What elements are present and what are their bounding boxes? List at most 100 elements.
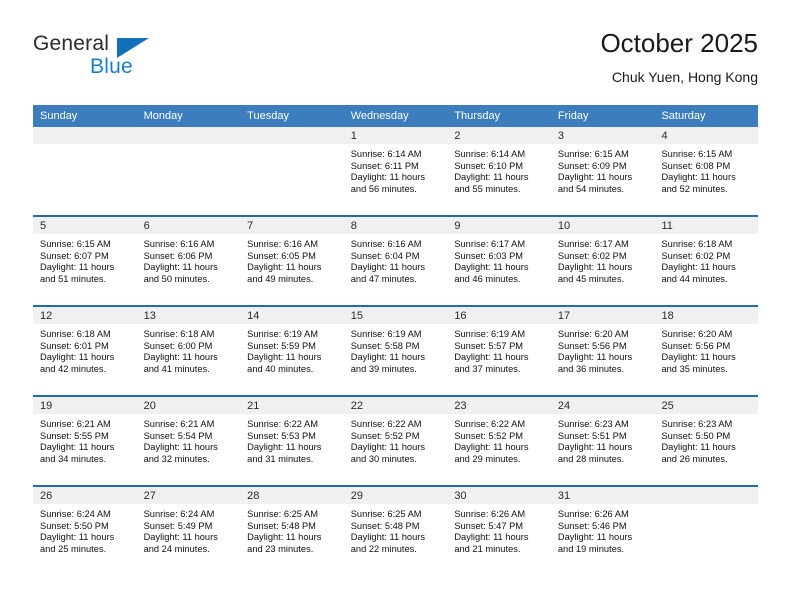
daylight-text-line2: and 39 minutes.: [350, 363, 417, 374]
sunset-text: Sunset: 5:52 PM: [454, 430, 524, 441]
day-number: 11: [654, 217, 759, 234]
daylight-text-line1: Daylight: 11 hours: [557, 532, 633, 543]
sunset-text: Sunset: 5:50 PM: [661, 430, 731, 441]
daylight-text-line1: Daylight: 11 hours: [350, 442, 425, 453]
day-number: 26: [33, 487, 137, 504]
day-cell[interactable]: 17 Sunrise: 6:20 AM Sunset: 5:56 PM Dayl…: [550, 307, 655, 395]
day-cell[interactable]: 31 Sunrise: 6:26 AM Sunset: 5:46 PM Dayl…: [550, 487, 655, 575]
day-cell[interactable]: 10 Sunrise: 6:17 AM Sunset: 6:02 PM Dayl…: [550, 217, 655, 305]
day-number: 20: [136, 397, 241, 414]
sunset-text: Sunset: 6:08 PM: [661, 160, 731, 171]
day-details: Sunrise: 6:20 AM Sunset: 5:56 PM Dayligh…: [654, 324, 758, 375]
daylight-text-line2: and 45 minutes.: [557, 273, 625, 284]
weekday-sunday: Sunday: [40, 110, 78, 122]
day-cell[interactable]: 8 Sunrise: 6:16 AM Sunset: 6:04 PM Dayli…: [343, 217, 448, 305]
day-number: 13: [136, 307, 241, 324]
day-cell[interactable]: 27 Sunrise: 6:24 AM Sunset: 5:49 PM Dayl…: [136, 487, 241, 575]
week-row: 26 Sunrise: 6:24 AM Sunset: 5:50 PM Dayl…: [33, 485, 759, 575]
daylight-text-line2: and 49 minutes.: [247, 273, 314, 284]
sunset-text: Sunset: 6:05 PM: [247, 250, 316, 261]
day-cell[interactable]: 5 Sunrise: 6:15 AM Sunset: 6:07 PM Dayli…: [33, 217, 137, 305]
day-details: [240, 144, 344, 149]
day-number: 24: [550, 397, 655, 414]
sunrise-text: Sunrise: 6:24 AM: [40, 509, 111, 519]
day-details: Sunrise: 6:23 AM Sunset: 5:51 PM Dayligh…: [551, 414, 655, 465]
sunset-text: Sunset: 6:03 PM: [454, 250, 524, 261]
sunrise-text: Sunrise: 6:18 AM: [661, 239, 733, 249]
sunset-text: Sunset: 5:56 PM: [557, 340, 627, 351]
day-cell[interactable]: 28 Sunrise: 6:25 AM Sunset: 5:48 PM Dayl…: [240, 487, 344, 575]
day-cell[interactable]: 19 Sunrise: 6:21 AM Sunset: 5:55 PM Dayl…: [33, 397, 137, 485]
day-cell[interactable]: 18 Sunrise: 6:20 AM Sunset: 5:56 PM Dayl…: [654, 307, 759, 395]
daylight-text-line2: and 35 minutes.: [661, 363, 728, 374]
day-details: Sunrise: 6:22 AM Sunset: 5:52 PM Dayligh…: [447, 414, 551, 465]
day-cell[interactable]: [33, 127, 137, 215]
sunrise-text: Sunrise: 6:16 AM: [350, 239, 422, 249]
day-details: Sunrise: 6:18 AM Sunset: 6:00 PM Dayligh…: [137, 324, 241, 375]
weekday-monday: Monday: [143, 110, 183, 122]
day-number: 31: [550, 487, 655, 504]
day-cell[interactable]: 2 Sunrise: 6:14 AM Sunset: 6:10 PM Dayli…: [447, 127, 551, 215]
day-cell[interactable]: 24 Sunrise: 6:23 AM Sunset: 5:51 PM Dayl…: [550, 397, 655, 485]
day-details: Sunrise: 6:23 AM Sunset: 5:50 PM Dayligh…: [654, 414, 758, 465]
day-cell[interactable]: 1 Sunrise: 6:14 AM Sunset: 6:11 PM Dayli…: [343, 127, 448, 215]
day-number: [33, 127, 137, 144]
day-cell[interactable]: 26 Sunrise: 6:24 AM Sunset: 5:50 PM Dayl…: [33, 487, 137, 575]
day-number: 14: [240, 307, 344, 324]
daylight-text-line1: Daylight: 11 hours: [143, 442, 218, 453]
day-cell[interactable]: [240, 127, 344, 215]
day-number: 25: [654, 397, 759, 414]
calendar-page: General Blue October 2025 Chuk Yuen, Hon…: [0, 0, 792, 612]
sunrise-text: Sunrise: 6:23 AM: [557, 419, 629, 429]
day-cell[interactable]: 20 Sunrise: 6:21 AM Sunset: 5:54 PM Dayl…: [136, 397, 241, 485]
day-cell[interactable]: 23 Sunrise: 6:22 AM Sunset: 5:52 PM Dayl…: [447, 397, 551, 485]
page-header: General Blue October 2025 Chuk Yuen, Hon…: [33, 28, 758, 96]
weekday-header-row: Sunday Monday Tuesday Wednesday Thursday…: [33, 105, 758, 127]
day-cell[interactable]: 14 Sunrise: 6:19 AM Sunset: 5:59 PM Dayl…: [240, 307, 344, 395]
daylight-text-line2: and 42 minutes.: [40, 363, 107, 374]
day-cell[interactable]: 21 Sunrise: 6:22 AM Sunset: 5:53 PM Dayl…: [240, 397, 344, 485]
day-cell[interactable]: 11 Sunrise: 6:18 AM Sunset: 6:02 PM Dayl…: [654, 217, 759, 305]
daylight-text-line1: Daylight: 11 hours: [350, 532, 425, 543]
daylight-text-line1: Daylight: 11 hours: [143, 532, 218, 543]
daylight-text-line1: Daylight: 11 hours: [661, 262, 736, 273]
day-cell[interactable]: 25 Sunrise: 6:23 AM Sunset: 5:50 PM Dayl…: [654, 397, 759, 485]
day-cell[interactable]: 9 Sunrise: 6:17 AM Sunset: 6:03 PM Dayli…: [447, 217, 551, 305]
day-cell[interactable]: 13 Sunrise: 6:18 AM Sunset: 6:00 PM Dayl…: [136, 307, 241, 395]
sunrise-text: Sunrise: 6:15 AM: [557, 149, 629, 159]
general-blue-logo[interactable]: General Blue: [33, 32, 173, 84]
day-details: Sunrise: 6:18 AM Sunset: 6:01 PM Dayligh…: [33, 324, 137, 375]
day-details: Sunrise: 6:26 AM Sunset: 5:46 PM Dayligh…: [551, 504, 655, 555]
sunrise-text: Sunrise: 6:19 AM: [454, 329, 526, 339]
daylight-text-line2: and 29 minutes.: [454, 453, 521, 464]
day-cell[interactable]: 12 Sunrise: 6:18 AM Sunset: 6:01 PM Dayl…: [33, 307, 137, 395]
daylight-text-line2: and 36 minutes.: [557, 363, 625, 374]
sunrise-text: Sunrise: 6:21 AM: [40, 419, 111, 429]
daylight-text-line2: and 25 minutes.: [40, 543, 107, 554]
calendar-grid: Sunday Monday Tuesday Wednesday Thursday…: [33, 105, 759, 575]
day-cell[interactable]: 6 Sunrise: 6:16 AM Sunset: 6:06 PM Dayli…: [136, 217, 241, 305]
sunset-text: Sunset: 5:49 PM: [143, 520, 213, 531]
day-number: 8: [343, 217, 448, 234]
day-cell[interactable]: 30 Sunrise: 6:26 AM Sunset: 5:47 PM Dayl…: [447, 487, 551, 575]
sunset-text: Sunset: 5:58 PM: [350, 340, 420, 351]
day-cell[interactable]: 22 Sunrise: 6:22 AM Sunset: 5:52 PM Dayl…: [343, 397, 448, 485]
day-number: 4: [654, 127, 759, 144]
sunrise-text: Sunrise: 6:26 AM: [454, 509, 526, 519]
day-cell[interactable]: 29 Sunrise: 6:25 AM Sunset: 5:48 PM Dayl…: [343, 487, 448, 575]
day-cell[interactable]: 7 Sunrise: 6:16 AM Sunset: 6:05 PM Dayli…: [240, 217, 344, 305]
day-details: Sunrise: 6:20 AM Sunset: 5:56 PM Dayligh…: [551, 324, 655, 375]
day-cell[interactable]: 4 Sunrise: 6:15 AM Sunset: 6:08 PM Dayli…: [654, 127, 759, 215]
weekday-wednesday: Wednesday: [350, 110, 409, 122]
sunset-text: Sunset: 6:04 PM: [350, 250, 420, 261]
day-number: [240, 127, 344, 144]
day-cell[interactable]: [136, 127, 241, 215]
day-cell[interactable]: 16 Sunrise: 6:19 AM Sunset: 5:57 PM Dayl…: [447, 307, 551, 395]
day-details: Sunrise: 6:21 AM Sunset: 5:55 PM Dayligh…: [33, 414, 137, 465]
day-cell[interactable]: [654, 487, 759, 575]
daylight-text-line2: and 47 minutes.: [350, 273, 417, 284]
day-cell[interactable]: 15 Sunrise: 6:19 AM Sunset: 5:58 PM Dayl…: [343, 307, 448, 395]
day-cell[interactable]: 3 Sunrise: 6:15 AM Sunset: 6:09 PM Dayli…: [550, 127, 655, 215]
day-number: 9: [447, 217, 551, 234]
day-details: Sunrise: 6:16 AM Sunset: 6:05 PM Dayligh…: [240, 234, 344, 285]
